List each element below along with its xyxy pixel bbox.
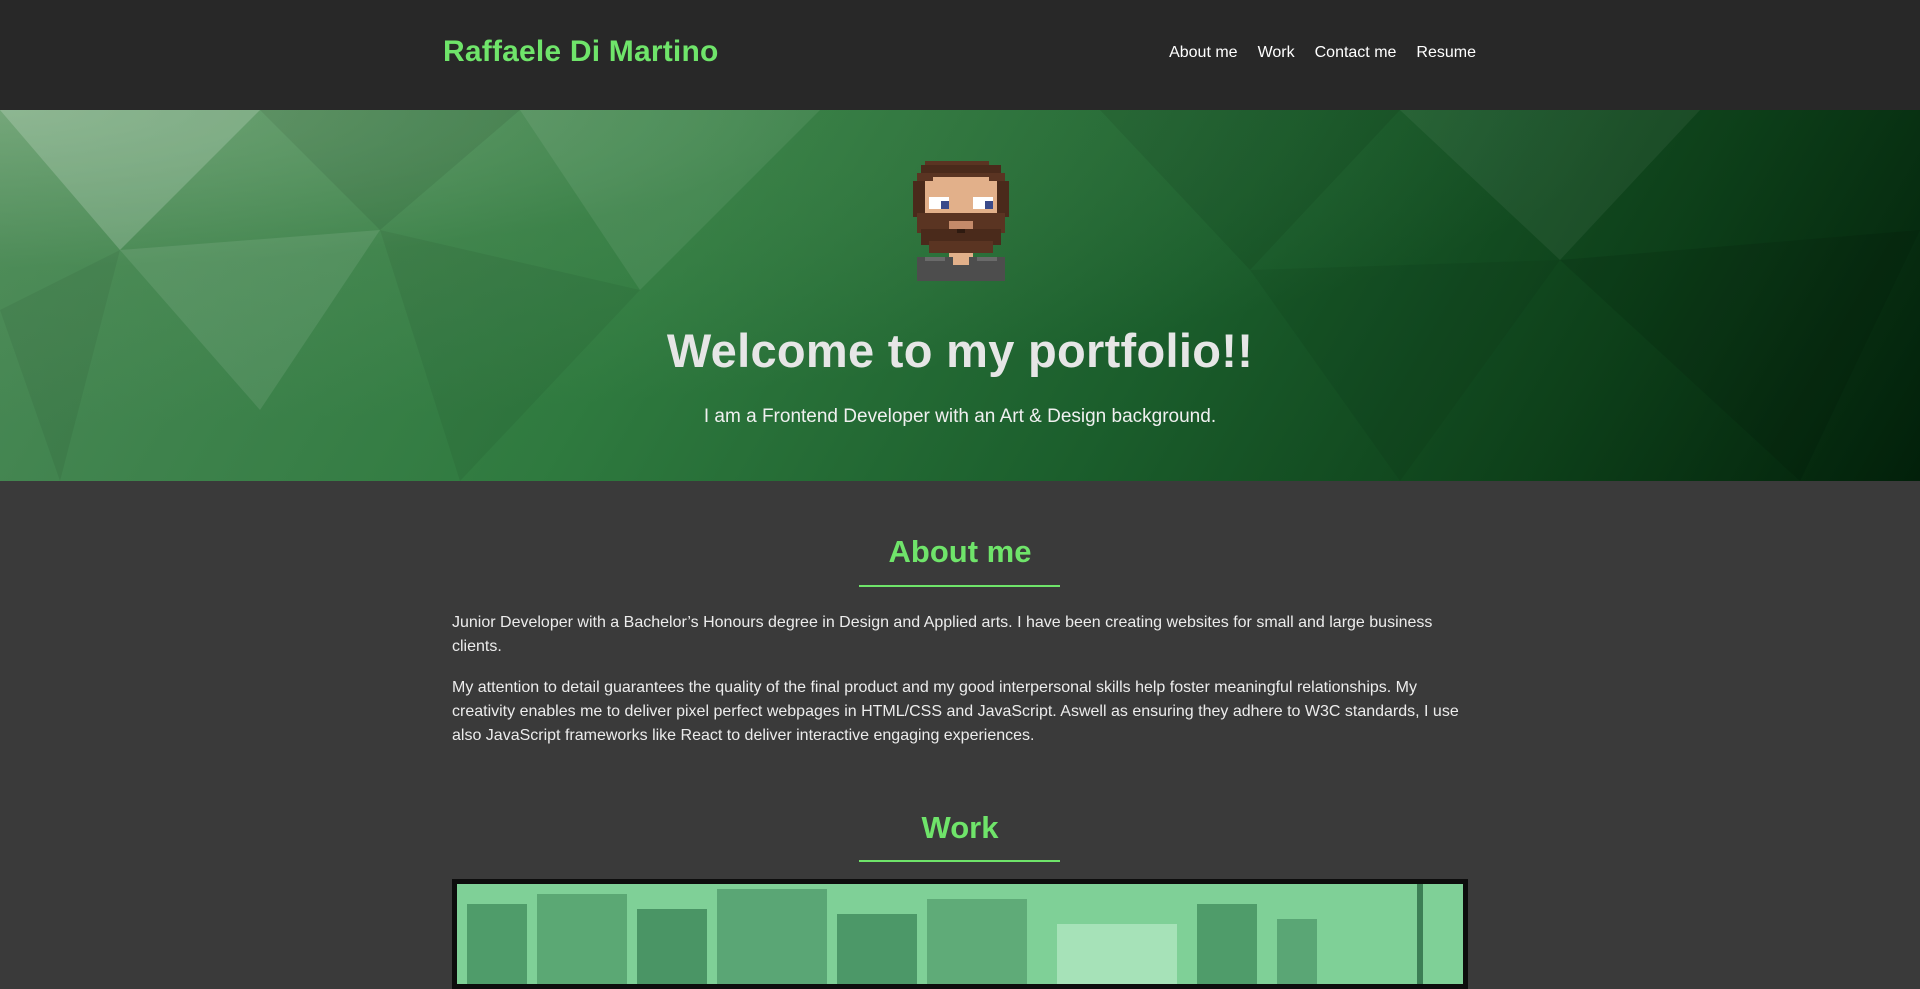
nav-link-about[interactable]: About me [1169, 44, 1237, 62]
pixel-avatar-image [913, 161, 1009, 281]
site-brand[interactable]: Raffaele Di Martino [443, 35, 719, 69]
about-title-underline [859, 585, 1060, 587]
about-section-title: About me [888, 534, 1032, 569]
nav-link-resume[interactable]: Resume [1416, 44, 1476, 62]
hero-title: Welcome to my portfolio!! [666, 324, 1254, 377]
about-paragraph-2: My attention to detail guarantees the qu… [452, 679, 1459, 744]
nav-link-contact[interactable]: Contact me [1315, 44, 1397, 62]
hero-banner: Welcome to my portfolio!! I am a Fronten… [0, 110, 1920, 481]
nav-link-work[interactable]: Work [1258, 44, 1295, 62]
site-header: Raffaele Di Martino About me Work Contac… [0, 0, 1920, 110]
work-project-thumbnail[interactable] [452, 879, 1468, 989]
main-nav: About me Work Contact me Resume [1169, 44, 1476, 62]
work-section-title: Work [921, 810, 999, 845]
work-title-underline [859, 860, 1060, 862]
hero-subtitle: I am a Frontend Developer with an Art & … [703, 406, 1217, 427]
about-paragraph-1: Junior Developer with a Bachelor’s Honou… [452, 614, 1433, 655]
work-thumbnail-village-image [457, 884, 1463, 984]
